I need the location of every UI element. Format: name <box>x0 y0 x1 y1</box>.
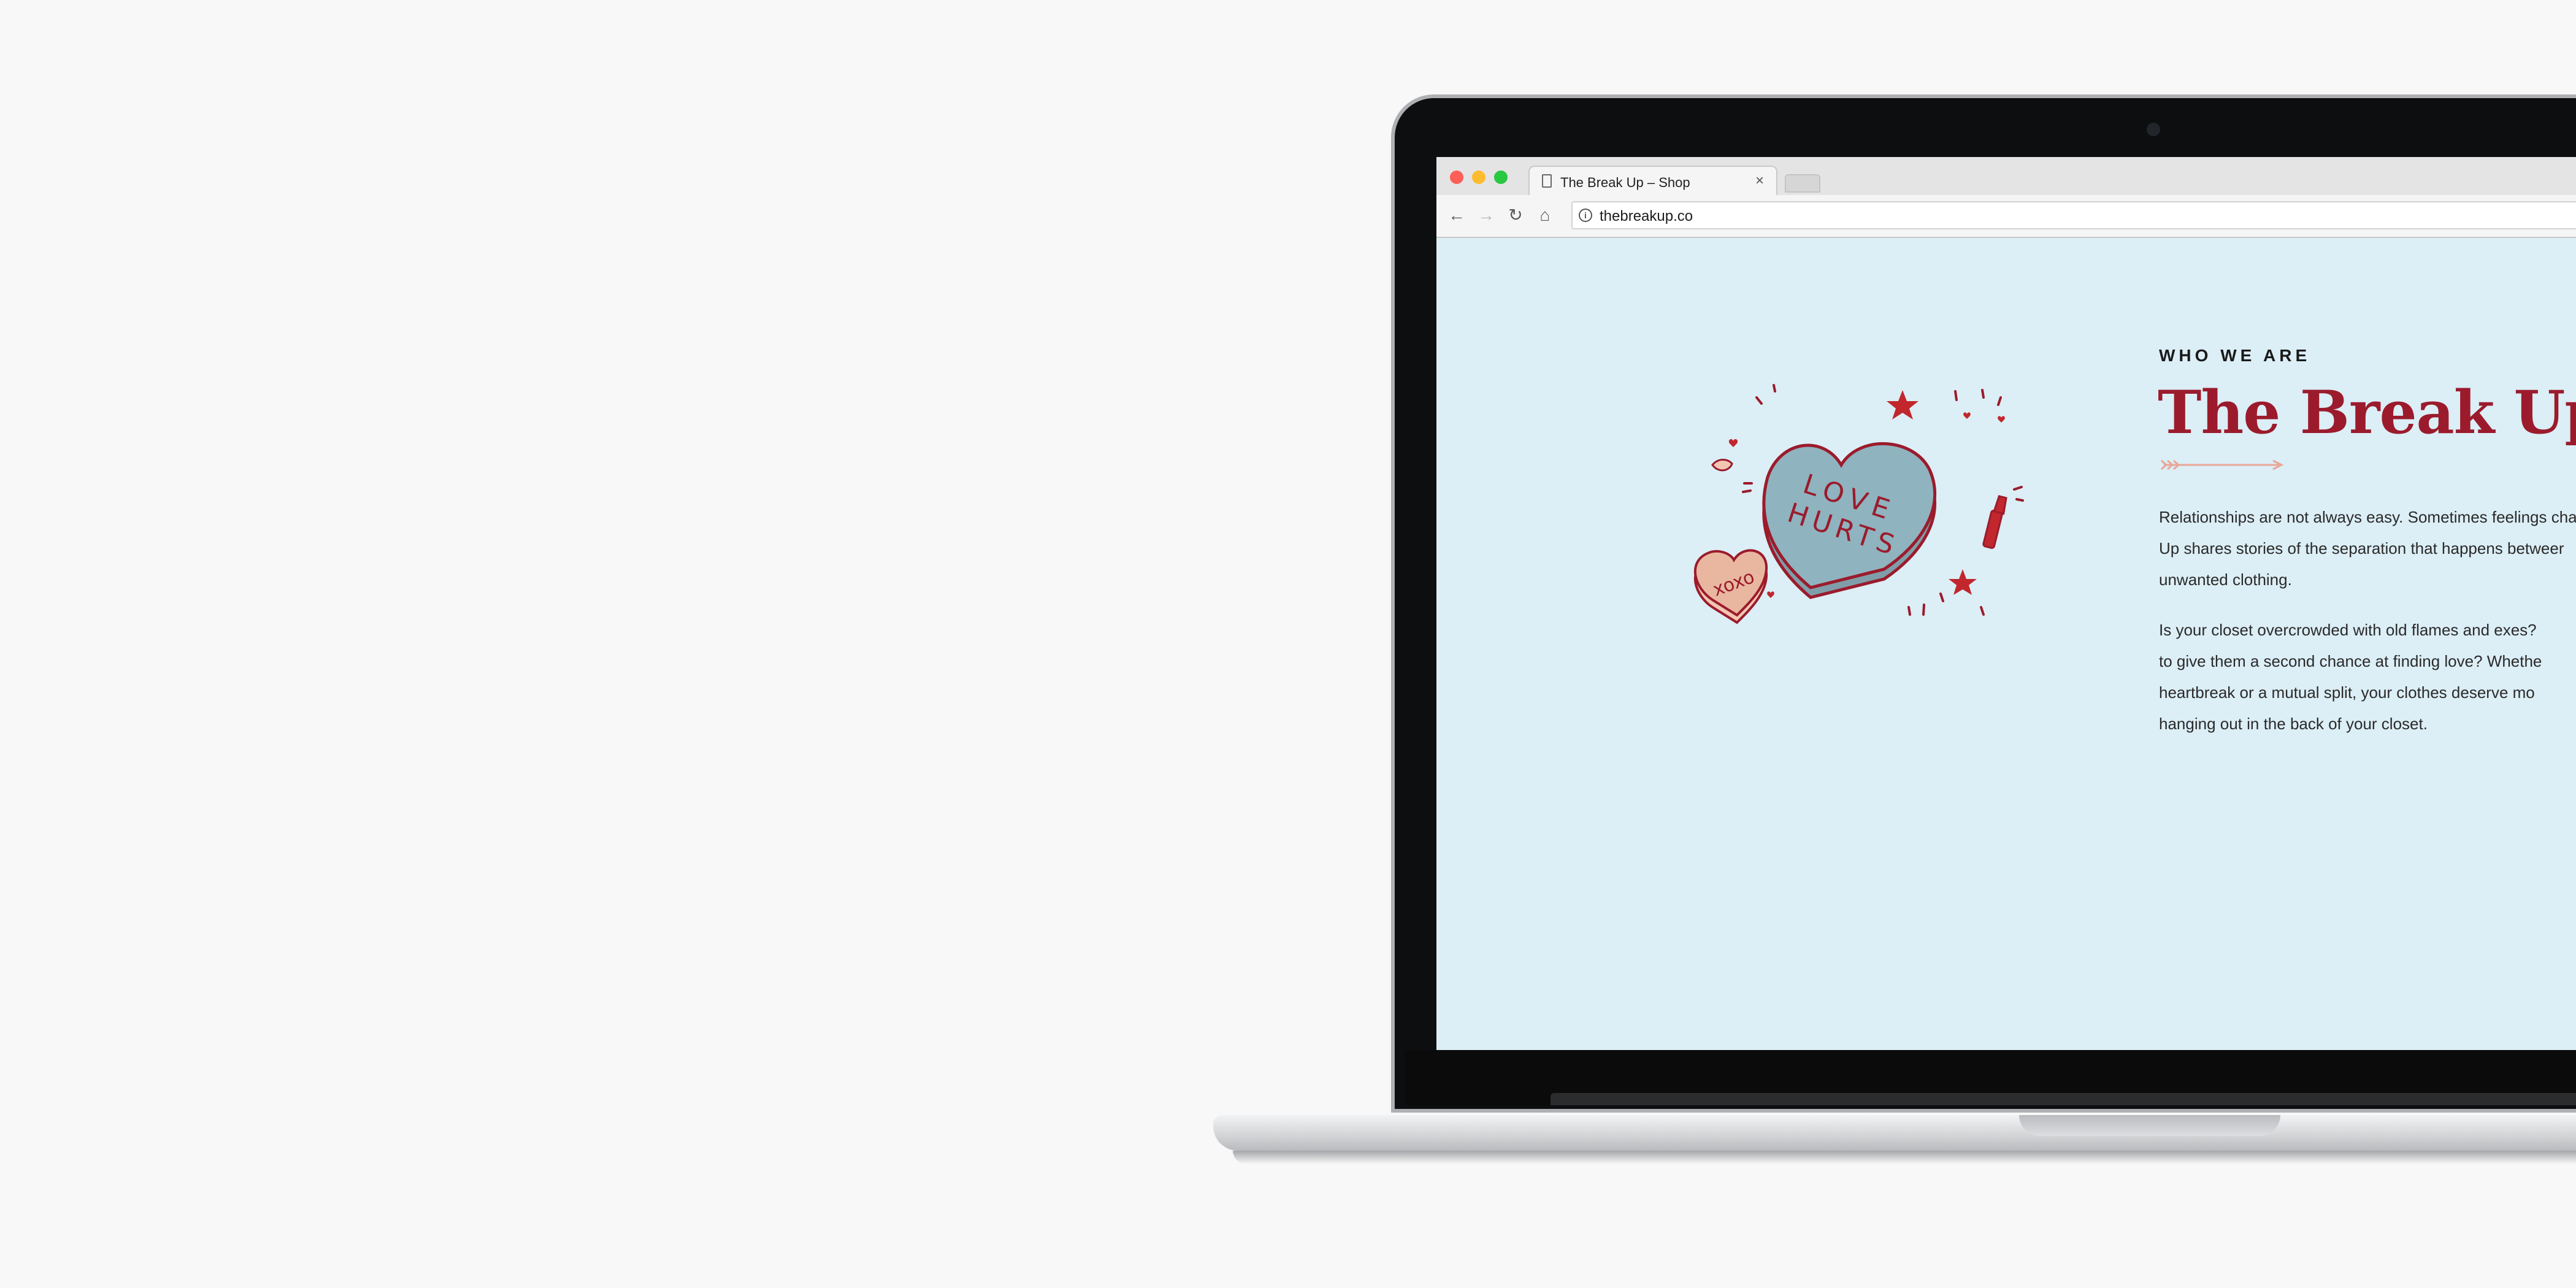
tab-close-icon[interactable]: × <box>1755 173 1764 189</box>
tiny-heart-icon <box>1963 412 1971 419</box>
page-content: xoxo LOVE HURTS WHO WE ARE The Break Up … <box>1436 238 2576 1050</box>
laptop-shadow <box>1233 1151 2576 1164</box>
tiny-heart-icon <box>1728 439 1738 447</box>
small-heart-icon: xoxo <box>1694 549 1768 624</box>
tiny-heart-icon <box>1998 416 2005 423</box>
laptop-base <box>1213 1115 2576 1151</box>
paragraph-line: hanging out in the back of your closet. <box>2159 715 2428 733</box>
new-tab-button[interactable] <box>1785 174 1820 193</box>
forward-arrow-icon[interactable]: → <box>1476 205 1497 226</box>
home-icon[interactable]: ⌂ <box>1535 205 1555 226</box>
camera-icon <box>2147 123 2160 136</box>
paragraph-line: Relationships are not always easy. Somet… <box>2159 508 2576 526</box>
intro-paragraph-2: Is your closet overcrowded with old flam… <box>2159 615 2576 740</box>
browser-chrome: The Break Up – Shop × ← → ↻ ⌂ i thebreak… <box>1436 157 2576 238</box>
page-title: The Break Up <box>2158 378 2576 447</box>
info-icon[interactable]: i <box>1579 209 1592 222</box>
paragraph-line: to give them a second chance at finding … <box>2159 652 2542 670</box>
star-icon <box>1887 390 1919 420</box>
section-eyebrow: WHO WE ARE <box>2159 346 2311 365</box>
mockup-stage: The Break Up – Shop × ← → ↻ ⌂ i thebreak… <box>0 0 2576 1288</box>
browser-window: The Break Up – Shop × ← → ↻ ⌂ i thebreak… <box>1436 157 2576 1050</box>
page-icon <box>1542 174 1552 188</box>
lips-icon <box>1711 459 1733 472</box>
minimize-window-button[interactable] <box>1472 171 1485 184</box>
intro-paragraph-1: Relationships are not always easy. Somet… <box>2159 502 2576 596</box>
arrow-divider-icon <box>2161 459 2284 470</box>
big-heart-icon: LOVE HURTS <box>1762 442 1937 599</box>
tiny-heart-icon <box>1767 591 1774 598</box>
browser-toolbar: ← → ↻ ⌂ i thebreakup.co <box>1436 195 2576 237</box>
paragraph-line: unwanted clothing. <box>2159 570 2292 589</box>
maximize-window-button[interactable] <box>1494 171 1508 184</box>
address-bar[interactable]: i thebreakup.co <box>1571 201 2576 229</box>
love-hurts-illustration: xoxo LOVE HURTS <box>1694 384 2024 624</box>
paragraph-line: Up shares stories of the separation that… <box>2159 539 2564 558</box>
back-arrow-icon[interactable]: ← <box>1446 205 1467 226</box>
tab-title: The Break Up – Shop <box>1560 175 1690 190</box>
lipstick-icon <box>1982 495 2007 549</box>
star-icon <box>1949 569 1977 595</box>
close-window-button[interactable] <box>1450 171 1463 184</box>
hinge-line <box>1551 1093 2576 1105</box>
reload-icon[interactable]: ↻ <box>1505 205 1526 226</box>
url-text[interactable]: thebreakup.co <box>1600 208 1693 225</box>
trackpad-notch <box>2019 1115 2280 1136</box>
paragraph-line: heartbreak or a mutual split, your cloth… <box>2159 683 2535 702</box>
paragraph-line: Is your closet overcrowded with old flam… <box>2159 621 2537 639</box>
browser-tab[interactable]: The Break Up – Shop × <box>1528 166 1777 196</box>
